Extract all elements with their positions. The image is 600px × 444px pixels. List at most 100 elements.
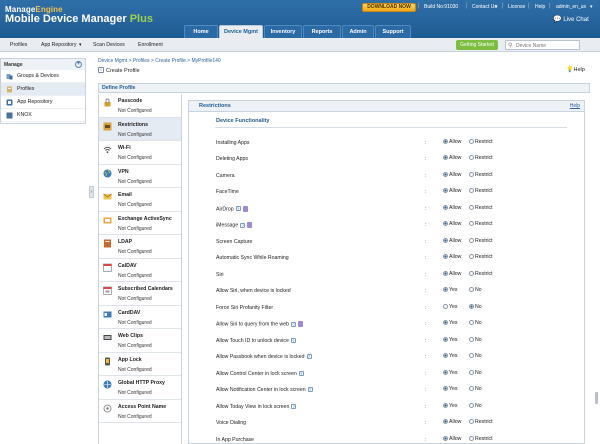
radio-button[interactable] [469,221,474,227]
radio-option-restrict[interactable]: Restrict [469,238,493,244]
radio-option-allow[interactable]: Allow [443,188,461,194]
sidebar-item-knox[interactable]: KNOX [1,109,85,122]
radio-button[interactable] [469,369,474,375]
radio-button[interactable] [469,402,474,408]
payload-subscribed-calendars[interactable]: Subscribed Calendars Not Configured [99,282,181,306]
help-icon[interactable]: ? [307,387,313,393]
radio-button[interactable] [443,303,448,309]
radio-button[interactable] [443,287,448,293]
back-icon[interactable]: ‹ [98,67,104,73]
radio-option-yes[interactable]: Yes [443,353,457,359]
help-icon[interactable]: ? [298,370,304,376]
subnav-profiles[interactable]: Profiles [10,42,27,48]
radio-button[interactable] [443,270,448,276]
radio-button[interactable] [443,171,448,177]
payload-caldav[interactable]: CalDAV Not Configured [99,259,181,282]
help-link[interactable]: Help [535,4,545,10]
radio-option-allow[interactable]: Allow [443,205,461,211]
radio-option-allow[interactable]: Allow [443,271,461,277]
radio-button[interactable] [469,419,474,425]
help-icon[interactable]: ? [240,222,246,228]
radio-button[interactable] [469,320,474,326]
radio-option-allow[interactable]: Allow [443,155,461,161]
radio-option-yes[interactable]: Yes [443,403,457,409]
payload-restrictions[interactable]: Restrictions Not Configured [99,117,181,141]
radio-button[interactable] [469,435,474,441]
radio-option-no[interactable]: No [469,353,482,359]
sidebar-item-groups-devices[interactable]: Groups & Devices [1,70,85,83]
collapse-sidebar-handle[interactable]: ‹ [89,186,94,198]
radio-option-restrict[interactable]: Restrict [469,188,493,194]
sidebar-item-app-repository[interactable]: App Repository [1,96,85,109]
chevron-down-icon[interactable]: ▾ [79,42,82,48]
tab-reports[interactable]: Reports [303,25,341,38]
radio-button[interactable] [469,287,474,293]
download-now-button[interactable]: DOWNLOAD NOW [362,3,416,12]
radio-option-restrict[interactable]: Restrict [469,172,493,178]
payload-exchange-activesync[interactable]: Exchange ActiveSync Not Configured [99,212,181,235]
payload-web-clips[interactable]: Web Clips Not Configured [99,329,181,353]
radio-button[interactable] [443,386,448,392]
help-icon[interactable]: ? [291,403,297,409]
radio-button[interactable] [443,402,448,408]
radio-button[interactable] [469,155,474,161]
radio-button[interactable] [443,254,448,260]
radio-option-restrict[interactable]: Restrict [469,155,493,161]
radio-button[interactable] [469,386,474,392]
radio-option-allow[interactable]: Allow [443,139,461,145]
radio-option-yes[interactable]: Yes [443,320,457,326]
radio-option-no[interactable]: No [469,320,482,326]
tab-device-mgmt[interactable]: Device Mgmt [219,25,263,38]
radio-button[interactable] [469,303,474,309]
tab-admin[interactable]: Admin [342,25,374,38]
radio-option-yes[interactable]: Yes [443,287,457,293]
radio-option-no[interactable]: No [469,403,482,409]
add-icon[interactable]: + [75,61,82,68]
payload-passcode[interactable]: Passcode Not Configured [99,94,181,118]
radio-button[interactable] [443,353,448,359]
radio-button[interactable] [469,171,474,177]
radio-button[interactable] [443,204,448,210]
payload-email[interactable]: Email Not Configured [99,188,181,212]
radio-button[interactable] [443,138,448,144]
help-icon[interactable]: ? [235,206,241,211]
subnav-app-repository[interactable]: App Repository [41,42,76,48]
radio-button[interactable] [443,237,448,243]
radio-button[interactable] [443,188,448,194]
radio-button[interactable] [469,336,474,342]
payload-wifi[interactable]: Wi-Fi Not Configured [99,141,181,165]
radio-option-restrict[interactable]: Restrict [469,139,493,145]
radio-option-allow[interactable]: Allow [443,238,461,244]
live-chat-link[interactable]: 💬 Live Chat [553,15,589,23]
user-menu[interactable]: admin_en_us [556,4,586,10]
radio-option-restrict[interactable]: Restrict [469,254,493,260]
radio-button[interactable] [469,270,474,276]
radio-button[interactable] [469,204,474,210]
page-scrollbar[interactable] [595,392,598,404]
payload-app-lock[interactable]: App Lock Not Configured [99,353,181,376]
radio-option-no[interactable]: No [469,287,482,293]
radio-button[interactable] [469,237,474,243]
radio-button[interactable] [469,188,474,194]
radio-option-no[interactable]: No [469,386,482,392]
restrictions-help-link[interactable]: Help [570,103,580,109]
subnav-scan-devices[interactable]: Scan Devices [93,42,125,48]
payload-access-point-name[interactable]: Access Point Name Not Configured [99,400,181,423]
radio-option-yes[interactable]: Yes [443,370,457,376]
radio-button[interactable] [469,138,474,144]
help-button[interactable]: 💡Help [566,66,585,73]
help-icon[interactable]: ? [290,321,296,327]
radio-option-restrict[interactable]: Restrict [469,436,493,442]
radio-option-no[interactable]: No [469,337,482,343]
radio-button[interactable] [443,155,448,161]
help-icon[interactable]: ? [290,337,296,343]
help-icon[interactable]: ? [306,354,312,360]
tab-support[interactable]: Support [375,25,411,38]
radio-button[interactable] [443,221,448,227]
payload-carddav[interactable]: CardDAV Not Configured [99,306,181,329]
radio-button[interactable] [443,336,448,342]
radio-option-yes[interactable]: Yes [443,337,457,343]
radio-option-restrict[interactable]: Restrict [469,221,493,227]
payload-global-http-proxy[interactable]: Global HTTP Proxy Not Configured [99,376,181,400]
radio-button[interactable] [469,353,474,359]
